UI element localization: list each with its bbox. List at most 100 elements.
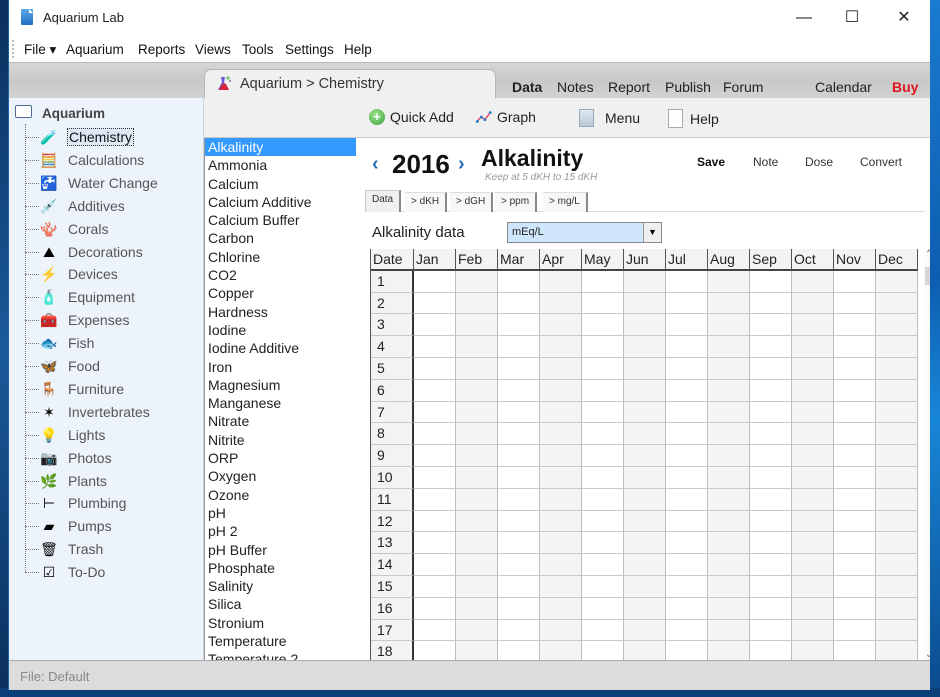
data-cell[interactable] — [876, 336, 918, 358]
data-cell[interactable] — [414, 423, 456, 446]
data-cell[interactable] — [456, 445, 498, 467]
sidebar-item-fish[interactable]: 🐟 Fish — [25, 332, 200, 354]
sidebar-item-devices[interactable]: ⚡ Devices — [25, 263, 200, 285]
data-cell[interactable] — [876, 510, 918, 533]
parameter-item[interactable]: Ammonia — [205, 156, 359, 174]
data-cell[interactable] — [540, 357, 582, 380]
data-cell[interactable] — [414, 357, 456, 380]
subtab-dgh[interactable]: > dGH — [450, 192, 494, 212]
parameter-item[interactable]: Nitrite — [205, 431, 359, 449]
column-header[interactable]: Jul — [666, 249, 708, 271]
parameter-item[interactable]: Iodine — [205, 321, 359, 339]
data-cell[interactable] — [456, 423, 498, 446]
maximize-button[interactable]: ☐ — [829, 4, 875, 32]
sidebar-item-calculations[interactable]: 🧮 Calculations — [25, 149, 200, 171]
data-cell[interactable] — [624, 379, 666, 402]
data-cell[interactable] — [456, 336, 498, 358]
data-cell[interactable] — [792, 270, 834, 293]
parameter-item[interactable]: Hardness — [205, 303, 359, 321]
data-cell[interactable] — [708, 554, 750, 576]
data-cell[interactable] — [666, 554, 708, 576]
data-cell[interactable] — [498, 532, 540, 555]
data-cell[interactable] — [708, 423, 750, 446]
data-cell[interactable] — [666, 510, 708, 533]
data-cell[interactable] — [876, 423, 918, 446]
breadcrumb-tab[interactable]: Aquarium > Chemistry — [204, 69, 496, 100]
data-cell[interactable] — [834, 510, 876, 533]
dose-button[interactable]: Dose — [805, 155, 833, 169]
parameter-item[interactable]: Phosphate — [205, 559, 359, 577]
grid-scrollbar[interactable]: ⌃ ⌄ — [924, 249, 930, 660]
data-cell[interactable] — [456, 466, 498, 489]
data-cell[interactable] — [582, 401, 624, 424]
data-cell[interactable] — [792, 336, 834, 358]
parameter-item[interactable]: pH — [205, 504, 359, 522]
data-cell[interactable] — [540, 292, 582, 315]
tree-root-aquarium[interactable]: Aquarium — [42, 106, 105, 121]
previous-year-button[interactable]: ‹ — [372, 153, 379, 176]
data-cell[interactable] — [582, 641, 624, 660]
data-cell[interactable] — [540, 488, 582, 511]
scroll-up-icon[interactable]: ⌃ — [925, 249, 930, 260]
data-cell[interactable] — [498, 575, 540, 598]
data-cell[interactable] — [414, 597, 456, 620]
tab-report[interactable]: Report — [608, 79, 650, 95]
parameter-item[interactable]: Temperature — [205, 632, 359, 650]
data-cell[interactable] — [876, 292, 918, 315]
data-cell[interactable] — [582, 597, 624, 620]
data-cell[interactable] — [792, 292, 834, 315]
column-header[interactable]: Oct — [792, 249, 834, 271]
data-cell[interactable] — [540, 619, 582, 642]
data-cell[interactable] — [708, 619, 750, 642]
parameter-item[interactable]: ORP — [205, 449, 359, 467]
data-cell[interactable] — [414, 554, 456, 576]
data-cell[interactable] — [876, 488, 918, 511]
data-cell[interactable] — [582, 357, 624, 380]
sidebar-item-trash[interactable]: 🗑 Trash — [25, 538, 200, 560]
data-cell[interactable] — [498, 423, 540, 446]
data-cell[interactable] — [876, 379, 918, 402]
data-cell[interactable] — [750, 641, 792, 660]
data-cell[interactable] — [666, 314, 708, 337]
data-cell[interactable] — [624, 314, 666, 337]
data-cell[interactable] — [540, 532, 582, 555]
chevron-down-icon[interactable]: ▼ — [643, 223, 661, 242]
parameter-list[interactable]: Alkalinity Ammonia Calcium Calcium Additive… — [204, 138, 359, 660]
column-header[interactable]: Aug — [708, 249, 750, 271]
menu-help[interactable]: Help — [344, 42, 372, 57]
data-cell[interactable] — [456, 554, 498, 576]
data-cell[interactable] — [792, 532, 834, 555]
data-cell[interactable] — [456, 575, 498, 598]
data-cell[interactable] — [792, 314, 834, 337]
subtab-mgl[interactable]: > mg/L — [543, 192, 588, 212]
tab-forum[interactable]: Forum — [723, 79, 763, 95]
column-header[interactable]: Nov — [834, 249, 876, 271]
data-cell[interactable] — [708, 379, 750, 402]
buy-link[interactable]: Buy — [892, 79, 918, 95]
data-cell[interactable] — [666, 488, 708, 511]
menu-views[interactable]: Views — [195, 42, 231, 57]
parameter-item[interactable]: Oxygen — [205, 467, 359, 485]
data-cell[interactable] — [540, 336, 582, 358]
parameter-item[interactable]: Chlorine — [205, 248, 359, 266]
sidebar-item-plumbing[interactable]: ⊢ Plumbing — [25, 492, 200, 514]
sidebar-item-plants[interactable]: 🌿 Plants — [25, 470, 200, 492]
data-cell[interactable] — [834, 336, 876, 358]
column-header[interactable]: Jan — [414, 249, 456, 271]
data-cell[interactable] — [792, 445, 834, 467]
column-header[interactable]: Sep — [750, 249, 792, 271]
data-cell[interactable] — [624, 357, 666, 380]
convert-button[interactable]: Convert — [860, 155, 902, 169]
data-cell[interactable] — [750, 270, 792, 293]
sidebar-item-additives[interactable]: 💉 Additives — [25, 195, 200, 217]
column-header[interactable]: Dec — [876, 249, 918, 271]
data-cell[interactable] — [708, 357, 750, 380]
data-cell[interactable] — [582, 423, 624, 446]
column-header[interactable]: Feb — [456, 249, 498, 271]
data-cell[interactable] — [540, 401, 582, 424]
data-cell[interactable] — [666, 619, 708, 642]
data-cell[interactable] — [750, 445, 792, 467]
data-cell[interactable] — [624, 401, 666, 424]
data-cell[interactable] — [498, 619, 540, 642]
sidebar-item-expenses[interactable]: 🧰 Expenses — [25, 309, 200, 331]
